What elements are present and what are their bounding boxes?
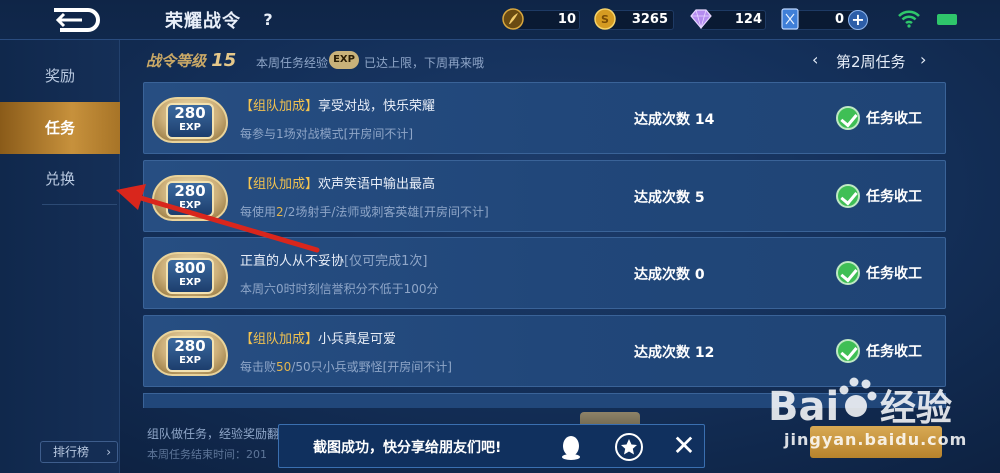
task-end-time: 本周任务结束时间：201 [147,448,267,461]
task-desc-prefix: 每击败 [240,360,277,374]
task-exp-value: 280 [174,182,206,200]
pass-level-label: 战令等级 [146,52,207,70]
add-ticket-button[interactable]: + [848,10,868,30]
task-desc-suffix: /50只小兵或野怪[开房间不计] [291,360,452,374]
check-icon [836,261,860,285]
task-card[interactable]: 280 EXP 【组队加成】小兵真是可爱 每击败50/50只小兵或野怪[开房间不… [143,315,946,387]
task-exp-unit: EXP [179,355,201,366]
sidebar-divider [42,204,117,205]
resource-feather: 10 [502,8,580,30]
exp-medal-icon: 800 EXP [152,244,228,304]
task-exp-unit: EXP [179,200,201,211]
screenshot-toast: 截图成功，快分享给朋友们吧! ✕ [278,424,705,468]
pass-level-value: 15 [211,50,237,71]
sidebar: 奖励 任务 兑换 [0,40,120,473]
check-icon [836,106,860,130]
app-root: 荣耀战令 ? 10 S 3265 124 0 + 奖励 任务 兑换 排行榜 › … [0,0,1000,473]
task-tag: 【组队加成】 [240,99,319,114]
qq-share-icon[interactable] [557,433,585,461]
check-icon [836,184,860,208]
task-card[interactable]: 800 EXP 正直的人从不妥协[仅可完成1次] 本周六0时时刻信誉积分不低于1… [143,237,946,309]
close-icon[interactable]: ✕ [669,429,699,463]
feather-token-count: 10 [557,12,576,27]
sidebar-item-rewards[interactable]: 奖励 [0,50,120,102]
task-description: 每击败50/50只小兵或野怪[开房间不计] [240,358,452,375]
task-title: 【组队加成】小兵真是可爱 [240,328,396,347]
chevron-right-icon: › [106,445,111,459]
back-arrow-icon[interactable] [50,6,102,34]
next-week-icon[interactable]: › [920,50,926,69]
task-exp-value: 800 [174,259,206,277]
task-completion-count: 达成次数 14 [634,112,715,128]
diamond-count: 124 [734,12,762,27]
ticket-card-icon [781,8,799,30]
task-title-text: 享受对战，快乐荣耀 [318,99,436,114]
resource-gold: S 3265 [594,8,674,30]
task-status-label: 任务收工 [866,189,922,205]
wifi-icon [898,10,920,28]
task-desc-prefix: 每使用 [240,205,277,219]
gold-count: 3265 [631,12,668,27]
diamond-icon [690,9,712,30]
task-exp-unit: EXP [179,122,201,133]
top-bar: 荣耀战令 ? 10 S 3265 124 0 + [0,0,1000,40]
task-title: 正直的人从不妥协[仅可完成1次] [240,250,427,269]
task-tag: 【组队加成】 [240,332,319,347]
task-exp-unit: EXP [179,277,201,288]
week-label: 第2周任务 [836,53,906,71]
task-card[interactable]: 280 EXP 【组队加成】享受对战，快乐荣耀 每参与1场对战模式[开房间不计]… [143,82,946,154]
sidebar-item-exchange[interactable]: 兑换 [0,153,120,205]
task-exp-value: 280 [174,104,206,122]
qzone-share-icon[interactable] [615,433,643,461]
exp-medal-icon: 280 EXP [152,89,228,149]
battery-icon [937,14,957,25]
task-title: 【组队加成】欢声笑语中输出最高 [240,173,435,192]
feather-token-icon [502,8,524,30]
week-navigator: ‹ 第2周任务 › [812,50,936,72]
task-title-text: 正直的人从不妥协 [240,254,345,269]
exp-badge: EXP [329,51,359,69]
resource-diamond: 124 [688,8,766,30]
task-title-text: 欢声笑语中输出最高 [318,177,436,192]
leaderboard-label: 排行榜 [53,445,90,459]
task-card[interactable]: 280 EXP 【组队加成】欢声笑语中输出最高 每使用2/2场射手/法师或刺客英… [143,160,946,232]
task-limit-note: [仅可完成1次] [344,254,428,269]
prev-week-icon[interactable]: ‹ [812,50,818,69]
task-title-text: 小兵真是可爱 [318,332,397,347]
help-button[interactable]: ? [258,10,278,30]
task-status-label: 任务收工 [866,266,922,282]
pass-level: 战令等级 15 [146,50,236,71]
exp-capped-text: 已达上限，下周再来哦 [364,56,485,70]
task-progress: 2 [276,205,284,219]
task-title: 【组队加成】享受对战，快乐荣耀 [240,95,435,114]
check-icon [836,339,860,363]
toast-message: 截图成功，快分享给朋友们吧! [313,440,502,456]
task-desc-suffix: /2场射手/法师或刺客英雄[开房间不计] [283,205,489,219]
task-description: 每使用2/2场射手/法师或刺客英雄[开房间不计] [240,203,489,220]
ticket-count: 0 [834,12,844,27]
team-bonus-note: 组队做任务，经验奖励翻倍 [147,427,292,441]
svg-text:S: S [601,13,609,26]
task-completion-count: 达成次数 12 [634,345,715,361]
sidebar-item-tasks[interactable]: 任务 [0,102,120,154]
task-exp-value: 280 [174,337,206,355]
leaderboard-button[interactable]: 排行榜 › [40,441,118,463]
watermark-url: jingyan.baidu.com [784,430,968,449]
task-tag: 【组队加成】 [240,177,319,192]
gold-coin-icon: S [594,8,616,30]
task-completion-count: 达成次数 5 [634,190,705,206]
task-card-partial[interactable] [143,393,946,408]
task-completion-count: 达成次数 0 [634,267,705,283]
weekly-exp-label: 本周任务经验 [256,56,329,70]
task-description: 本周六0时时刻信誉积分不低于100分 [240,282,439,296]
task-progress: 50 [276,360,292,374]
exp-medal-icon: 280 EXP [152,322,228,382]
page-title: 荣耀战令 [165,11,241,32]
resource-ticket: 0 + [780,8,874,30]
task-description: 每参与1场对战模式[开房间不计] [240,127,413,141]
exp-medal-icon: 280 EXP [152,167,228,227]
task-status-label: 任务收工 [866,344,922,360]
task-status-label: 任务收工 [866,111,922,127]
